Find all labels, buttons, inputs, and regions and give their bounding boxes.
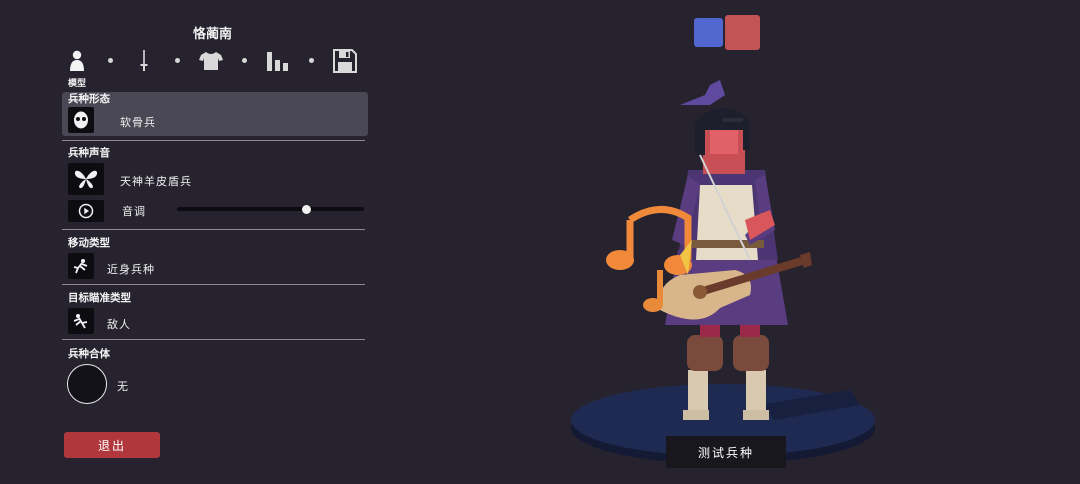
butterfly-icon [74, 170, 98, 189]
unit-name-title: 恪蔺南 [192, 27, 232, 42]
unit-target-icon [73, 314, 88, 329]
play-icon [78, 203, 94, 219]
unit-combine-value: 无 [117, 380, 129, 393]
team-red-swatch[interactable] [725, 15, 760, 50]
test-unit-button[interactable]: 测试兵种 [666, 436, 786, 468]
bars-icon [267, 52, 288, 71]
team-blue-swatch[interactable] [694, 18, 723, 47]
tab-separator-dot [309, 58, 314, 63]
exit-button[interactable]: 退出 [64, 432, 160, 458]
target-type-label: 目标瞄准类型 [68, 292, 131, 304]
unit-voice-label: 兵种声音 [68, 147, 110, 159]
person-icon [70, 50, 84, 71]
tab-model-label: 模型 [68, 79, 87, 89]
tab-stats[interactable] [265, 48, 291, 74]
tab-separator-dot [108, 58, 113, 63]
unit-voice-value: 天神羊皮盾兵 [120, 175, 192, 188]
voice-select-button[interactable] [68, 163, 104, 195]
section-divider [62, 229, 365, 230]
tab-clothing[interactable] [198, 48, 224, 74]
section-divider [62, 339, 365, 340]
unit-combine-label: 兵种合体 [68, 348, 110, 360]
unit-form-label: 兵种形态 [68, 93, 110, 105]
pitch-slider-track[interactable] [177, 207, 364, 211]
tab-weapon[interactable] [131, 48, 157, 74]
tab-separator-dot [175, 58, 180, 63]
pitch-slider-handle[interactable] [301, 205, 311, 214]
sword-icon [140, 50, 148, 71]
section-divider [62, 140, 365, 141]
character-model [606, 80, 812, 420]
unit-form-value: 软骨兵 [120, 116, 156, 129]
movement-type-label: 移动类型 [68, 237, 110, 249]
target-type-value: 敌人 [107, 318, 131, 331]
section-divider [62, 284, 365, 285]
pitch-label: 音调 [122, 205, 146, 218]
character-preview [571, 80, 875, 464]
tab-model[interactable] [64, 48, 90, 74]
target-type-button[interactable] [68, 308, 94, 334]
unit-move-icon [73, 259, 88, 274]
save-icon [333, 49, 357, 73]
skull-face-icon [68, 107, 94, 133]
tab-separator-dot [242, 58, 247, 63]
combine-slot-button[interactable] [67, 364, 107, 404]
movement-type-value: 近身兵种 [107, 263, 155, 276]
play-voice-button[interactable] [68, 200, 104, 222]
shirt-icon [199, 52, 223, 70]
movement-type-button[interactable] [68, 253, 94, 279]
tab-save[interactable] [332, 48, 358, 74]
